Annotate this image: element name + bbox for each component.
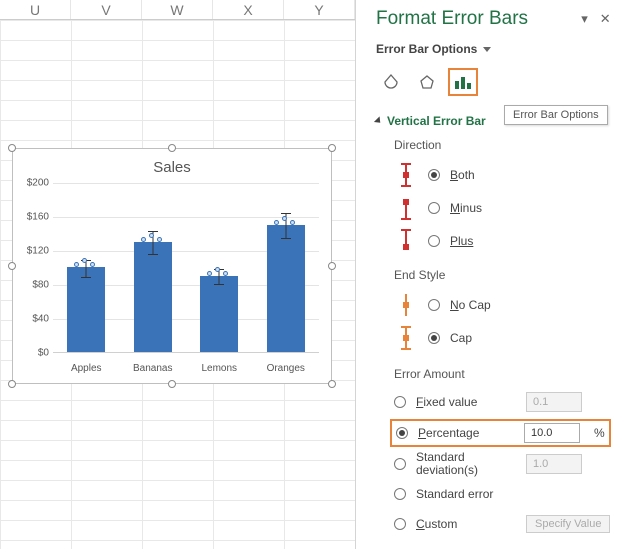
x-axis-tick-label: Bananas <box>120 363 186 374</box>
direction-minus-option[interactable]: Minus <box>394 193 611 223</box>
percentage-input[interactable] <box>524 423 580 443</box>
resize-handle[interactable] <box>8 380 16 388</box>
endstyle-label: End Style <box>394 268 611 282</box>
radio-icon <box>394 458 406 470</box>
radio-icon <box>428 235 440 247</box>
pane-close-button[interactable]: ✕ <box>600 11 611 27</box>
column-header-row: U V W X Y <box>0 0 355 20</box>
amount-stddev-option[interactable]: Standard deviation(s) <box>394 451 611 477</box>
resize-handle[interactable] <box>328 380 336 388</box>
radio-icon <box>394 488 406 500</box>
fixed-value-input[interactable] <box>526 392 582 412</box>
pane-title: Format Error Bars <box>376 8 528 30</box>
direction-label: Direction <box>394 138 611 152</box>
radio-icon <box>428 299 440 311</box>
amount-fixed-option[interactable]: Fixed value <box>394 389 611 415</box>
resize-handle[interactable] <box>168 144 176 152</box>
amount-percentage-option[interactable]: Percentage % <box>390 419 611 447</box>
direction-plus-option[interactable]: Plus <box>394 226 611 256</box>
column-header[interactable]: Y <box>284 0 355 19</box>
radio-icon <box>394 518 406 530</box>
resize-handle[interactable] <box>8 144 16 152</box>
chevron-down-icon <box>483 47 491 52</box>
chart-bar[interactable] <box>267 225 305 353</box>
y-axis-tick-label: $40 <box>17 314 49 325</box>
specify-value-button[interactable]: Specify Value <box>526 515 610 533</box>
radio-icon <box>394 396 406 408</box>
bar-options-tab[interactable] <box>448 68 478 96</box>
y-axis-tick-label: $200 <box>17 178 49 189</box>
tooltip: Error Bar Options <box>504 105 608 125</box>
x-axis-tick-label: Oranges <box>253 363 319 374</box>
resize-handle[interactable] <box>328 144 336 152</box>
amount-label: Error Amount <box>394 367 611 381</box>
chart-bar[interactable] <box>200 276 238 353</box>
radio-icon <box>428 169 440 181</box>
column-header[interactable]: X <box>213 0 284 19</box>
amount-custom-option[interactable]: Custom Specify Value <box>394 511 611 537</box>
effects-tab[interactable] <box>412 68 442 96</box>
format-pane: Format Error Bars ▾ ✕ Error Bar Options … <box>355 0 619 549</box>
fill-line-tab[interactable] <box>376 68 406 96</box>
resize-handle[interactable] <box>328 262 336 270</box>
chart-bar[interactable] <box>67 267 105 352</box>
embedded-chart[interactable]: Sales $0$40$80$120$160$200ApplesBananasL… <box>12 148 332 384</box>
y-axis-tick-label: $120 <box>17 246 49 257</box>
column-header[interactable]: U <box>0 0 71 19</box>
resize-handle[interactable] <box>168 380 176 388</box>
endstyle-nocap-option[interactable]: No Cap <box>394 290 611 320</box>
y-axis-tick-label: $160 <box>17 212 49 223</box>
pane-menu-button[interactable]: ▾ <box>581 11 588 27</box>
chart-bar[interactable] <box>134 242 172 353</box>
chart-title[interactable]: Sales <box>13 159 331 176</box>
y-axis-tick-label: $80 <box>17 280 49 291</box>
column-header[interactable]: V <box>71 0 142 19</box>
chart-plot-area[interactable]: $0$40$80$120$160$200ApplesBananasLemonsO… <box>53 183 319 353</box>
radio-icon <box>428 202 440 214</box>
stddev-input[interactable] <box>526 454 582 474</box>
column-header[interactable]: W <box>142 0 213 19</box>
radio-icon <box>428 332 440 344</box>
resize-handle[interactable] <box>8 262 16 270</box>
x-axis-tick-label: Lemons <box>186 363 252 374</box>
spreadsheet-area: U V W X Y Sales $0$40$80$120$160$200Appl… <box>0 0 355 549</box>
options-dropdown[interactable]: Error Bar Options <box>376 42 611 56</box>
amount-stderr-option[interactable]: Standard error <box>394 481 611 507</box>
radio-icon <box>396 427 408 439</box>
direction-both-option[interactable]: Both <box>394 160 611 190</box>
endstyle-cap-option[interactable]: Cap <box>394 323 611 353</box>
x-axis-tick-label: Apples <box>53 363 119 374</box>
y-axis-tick-label: $0 <box>17 348 49 359</box>
collapse-icon <box>374 116 383 125</box>
